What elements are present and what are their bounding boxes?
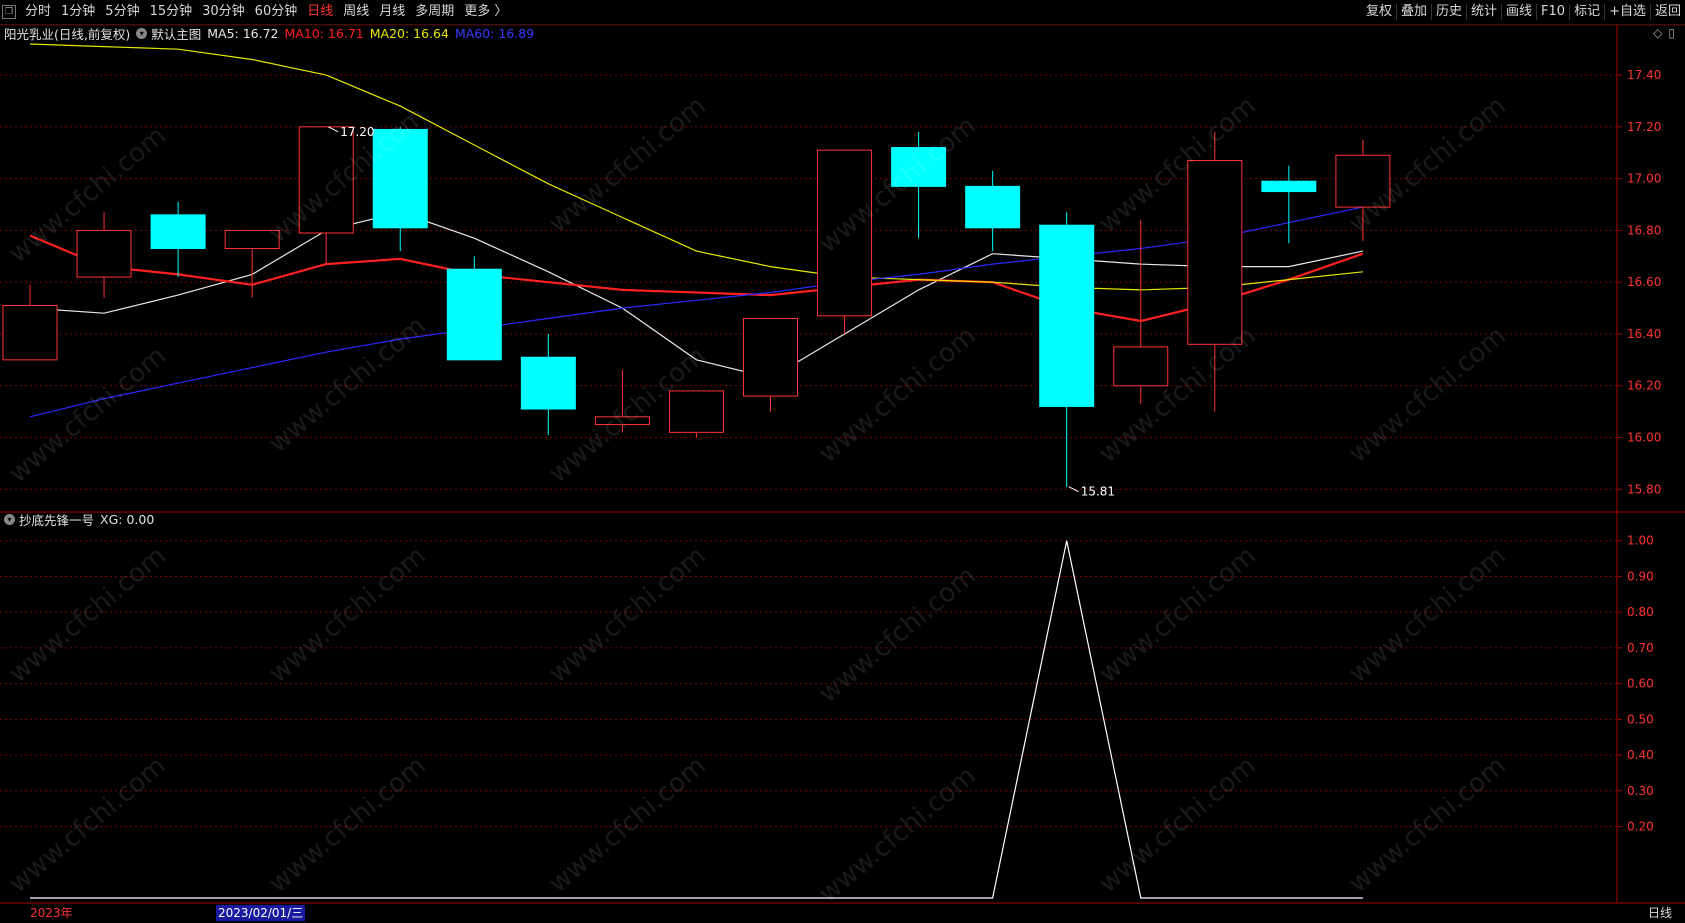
indicator-name[interactable]: 抄底先锋一号: [19, 510, 94, 529]
candle-up: [594, 416, 650, 426]
ma10-label: MA10: 16.71: [284, 25, 364, 41]
indicator-y-tick-label: 0.60: [1627, 677, 1654, 691]
year-label: 2023年: [30, 906, 73, 920]
main-y-tick-label: 16.00: [1627, 431, 1661, 445]
ma5-label: MA5: 16.72: [207, 25, 279, 41]
panel-tools: ◇ ▯: [1653, 26, 1675, 40]
indicator-y-tick-label: 0.30: [1627, 784, 1654, 798]
indicator-legend: ▾ 抄底先锋一号 XG: 0.00: [4, 510, 160, 528]
indicator-y-tick-label: 1.00: [1627, 534, 1654, 548]
indicator-dropdown-icon[interactable]: ▾: [4, 513, 15, 525]
template-name[interactable]: 默认主图: [151, 24, 201, 43]
indicator-y-tick-label: 0.50: [1627, 712, 1654, 726]
stock-title: 阳光乳业(日线,前复权): [4, 26, 131, 42]
indicator-y-tick-label: 0.80: [1627, 605, 1654, 619]
candle-down: [520, 356, 576, 410]
candle-up: [2, 304, 58, 361]
candle-up: [743, 317, 798, 397]
main-y-tick-label: 17.00: [1627, 172, 1661, 186]
template-dropdown-icon[interactable]: ▾: [136, 27, 148, 39]
chart-canvas[interactable]: 15.80 16.00 16.20 16.40 16.60 16.80 17.00 17.20…: [0, 0, 1685, 923]
date-axis-bar: 2023年 2023/02/01/三 日线: [0, 903, 1685, 923]
candle-down: [150, 214, 206, 250]
ma60-label: MA60: 16.89: [454, 25, 535, 41]
candle-down: [446, 268, 502, 361]
main-y-tick-label: 16.60: [1627, 275, 1661, 289]
main-y-tick-label: 17.20: [1627, 120, 1661, 134]
main-chart-legend: 阳光乳业(日线,前复权) ▾ 默认主图 MA5: 16.72 MA10: 16.…: [4, 24, 540, 42]
main-y-tick-label: 15.80: [1627, 482, 1661, 496]
diamond-icon[interactable]: ◇: [1653, 26, 1662, 40]
candle-up: [668, 390, 724, 433]
candle-down: [965, 185, 1021, 229]
candle-up: [1187, 160, 1243, 345]
candle-down: [1039, 224, 1095, 407]
main-y-tick-label: 16.40: [1627, 327, 1661, 341]
candle-up: [817, 149, 873, 317]
price-annotation: 15.81: [1081, 485, 1115, 499]
panel-toggle-icon[interactable]: ▯: [1668, 26, 1675, 40]
cursor-date-label: 2023/02/01/三: [216, 905, 306, 921]
candle-up: [298, 126, 354, 234]
indicator-y-tick-label: 0.90: [1627, 569, 1654, 583]
indicator-y-tick-label: 0.40: [1627, 748, 1654, 762]
main-y-tick-label: 16.80: [1627, 223, 1661, 237]
price-annotation: 17.20: [340, 125, 374, 139]
main-y-tick-label: 17.40: [1627, 68, 1661, 82]
ma20-label: MA20: 16.64: [369, 25, 449, 41]
candle-up: [224, 229, 280, 250]
candle-up: [1335, 154, 1391, 208]
indicator-value: XG: 0.00: [100, 511, 155, 527]
indicator-y-tick-label: 0.20: [1627, 820, 1654, 834]
indicator-y-tick-label: 0.70: [1627, 641, 1654, 655]
candle-up: [1113, 346, 1169, 387]
candle-down: [372, 128, 428, 229]
candle-up: [76, 229, 132, 278]
ma20-line: [29, 43, 1363, 291]
candle-down: [891, 147, 947, 187]
period-label: 日线: [1648, 906, 1673, 920]
candle-down: [1261, 180, 1317, 193]
main-y-tick-label: 16.20: [1627, 379, 1661, 393]
